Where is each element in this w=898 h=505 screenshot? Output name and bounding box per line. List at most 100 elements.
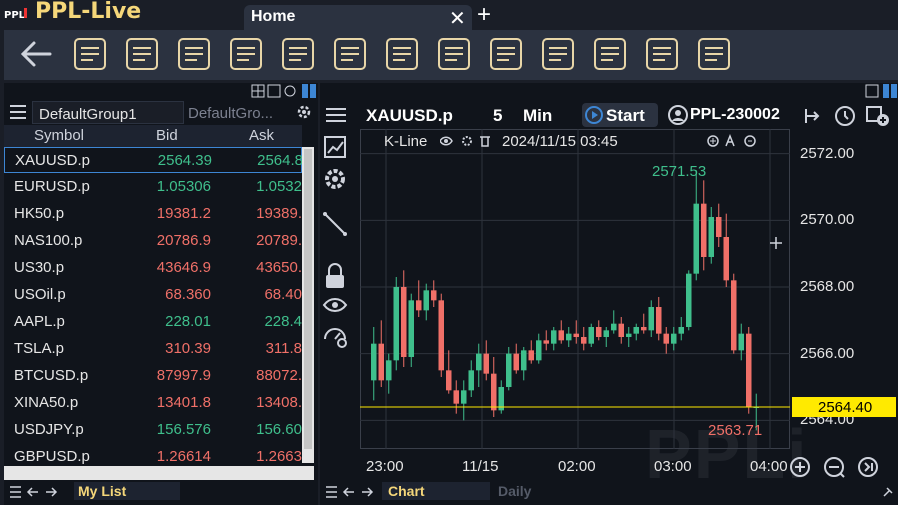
- horizontal-scrollbar[interactable]: [4, 466, 314, 480]
- chart-period[interactable]: 5: [493, 106, 502, 126]
- arrow-right-icon[interactable]: [362, 487, 374, 497]
- tab-chart[interactable]: Chart: [382, 482, 490, 500]
- list-icon[interactable]: [72, 36, 108, 72]
- group-row: DefaultGroup1 DefaultGro...: [4, 101, 318, 125]
- window-icon[interactable]: [267, 84, 281, 98]
- reset-zoom-icon[interactable]: [744, 135, 756, 147]
- candle-body: [536, 340, 542, 361]
- tab-home[interactable]: Home ✕: [244, 5, 472, 30]
- ask-cell: 2564.8: [257, 152, 302, 169]
- scroll-thumb[interactable]: [304, 149, 312, 449]
- tab-my-list[interactable]: My List: [74, 482, 180, 500]
- bar-chart-signals-icon[interactable]: [280, 36, 316, 72]
- y-tick-label: 2566.00: [800, 344, 855, 362]
- candlestick-plot[interactable]: 2571.53 2563.71: [360, 129, 790, 449]
- split-icon[interactable]: [883, 84, 889, 98]
- candle-body: [738, 333, 744, 351]
- watchlist-row[interactable]: EURUSD.p 1.05306 1.0532: [4, 174, 302, 200]
- group-tab-1[interactable]: DefaultGroup1: [32, 101, 184, 124]
- watchlist-row[interactable]: NAS100.p 20786.9 20789.: [4, 228, 302, 254]
- watchlist-row[interactable]: USDJPY.p 156.576 156.60: [4, 417, 302, 443]
- trendline-icon[interactable]: [323, 212, 347, 236]
- terminal-play-icon[interactable]: [540, 36, 576, 72]
- calendar-icon[interactable]: [436, 36, 472, 72]
- maximize-icon[interactable]: [865, 84, 879, 98]
- resize-pin-icon[interactable]: [882, 486, 894, 498]
- chart-signals-icon[interactable]: [228, 36, 264, 72]
- trade-arrow-icon[interactable]: [805, 109, 820, 123]
- close-icon[interactable]: ✕: [449, 6, 466, 31]
- split-icon[interactable]: [302, 84, 308, 98]
- zoom-in-icon[interactable]: [790, 457, 810, 477]
- watchlist-row[interactable]: GBPUSD.p 1.26614 1.2663: [4, 444, 302, 467]
- arrow-right-icon[interactable]: [46, 487, 58, 497]
- search-report-icon[interactable]: [644, 36, 680, 72]
- candle-body: [453, 390, 459, 404]
- gear-icon[interactable]: [325, 169, 345, 189]
- column-header-symbol[interactable]: Symbol: [34, 127, 84, 144]
- clock-icon[interactable]: [835, 106, 855, 126]
- menu-icon[interactable]: [326, 107, 346, 123]
- chart-period-unit[interactable]: Min: [523, 106, 552, 126]
- calculator-icon[interactable]: [592, 36, 628, 72]
- tab-daily[interactable]: Daily: [498, 483, 531, 499]
- group-tab-2[interactable]: DefaultGro...: [188, 105, 273, 122]
- candle-body: [626, 333, 632, 337]
- watchlist-row[interactable]: TSLA.p 310.39 311.8: [4, 336, 302, 362]
- start-button[interactable]: Start: [582, 103, 658, 127]
- bid-cell: 20786.9: [156, 232, 211, 249]
- gear-icon[interactable]: [284, 85, 296, 97]
- text-tool-icon[interactable]: [725, 134, 735, 147]
- watchlist-row[interactable]: US30.p 43646.9 43650.: [4, 255, 302, 281]
- zoom-out-icon[interactable]: [824, 457, 845, 478]
- candles: [371, 170, 759, 431]
- symbol-cell: BTCUSD.p: [14, 367, 89, 384]
- ask-cell: 228.4: [264, 313, 302, 330]
- strategy-cycle-icon[interactable]: [332, 36, 368, 72]
- indicator-icon[interactable]: [324, 136, 346, 158]
- gear-icon[interactable]: [296, 104, 312, 120]
- watchlist-row[interactable]: HK50.p 19381.2 19389.: [4, 201, 302, 227]
- menu-icon[interactable]: [10, 105, 26, 119]
- lab-icon[interactable]: [488, 36, 524, 72]
- main-toolbar: [4, 30, 898, 80]
- candle-body: [588, 327, 594, 344]
- arrow-left-icon[interactable]: [26, 487, 38, 497]
- flash-trade-icon[interactable]: [384, 36, 420, 72]
- account-selector[interactable]: PPL-230002: [666, 103, 792, 127]
- eye-icon[interactable]: [440, 136, 453, 146]
- add-tab-icon[interactable]: +: [477, 3, 491, 27]
- candle-body: [566, 333, 572, 341]
- menu-icon[interactable]: [10, 486, 21, 498]
- candle-body: [611, 323, 617, 331]
- candle-body: [603, 330, 609, 337]
- watchlist-row[interactable]: USOil.p 68.360 68.40: [4, 282, 302, 308]
- column-header-bid[interactable]: Bid: [156, 127, 178, 144]
- candle-body: [746, 333, 752, 407]
- zoom-area-icon[interactable]: [707, 135, 719, 147]
- delete-icon[interactable]: [480, 136, 490, 147]
- lock-icon[interactable]: [326, 263, 344, 288]
- watchlist-row[interactable]: XINA50.p 13401.8 13408.: [4, 390, 302, 416]
- x-tick-label: 02:00: [558, 458, 596, 475]
- favorite-list-icon[interactable]: [124, 36, 160, 72]
- column-header-ask[interactable]: Ask: [249, 127, 274, 144]
- symbol-cell: GBPUSD.p: [14, 448, 90, 465]
- settings-icon[interactable]: [462, 136, 472, 146]
- candle-body: [401, 287, 407, 357]
- vertical-scrollbar[interactable]: [302, 147, 314, 463]
- invoice-icon[interactable]: [696, 36, 732, 72]
- watchlist-row[interactable]: BTCUSD.p 87997.9 88072.: [4, 363, 302, 389]
- back-arrow-icon[interactable]: [16, 34, 56, 74]
- watchlist-row[interactable]: XAUUSD.p 2564.39 2564.8: [4, 147, 302, 173]
- watchlist-row[interactable]: AAPL.p 228.01 228.4: [4, 309, 302, 335]
- scroll-to-end-icon[interactable]: [858, 457, 878, 477]
- add-window-icon[interactable]: [866, 106, 889, 126]
- menu-icon[interactable]: [326, 486, 337, 498]
- eye-icon[interactable]: [322, 298, 348, 312]
- arrow-left-icon[interactable]: [342, 487, 354, 497]
- chart-symbol[interactable]: XAUUSD.p: [366, 106, 453, 126]
- favorite-settings-icon[interactable]: [176, 36, 212, 72]
- candle-body: [386, 360, 392, 381]
- gauge-settings-icon[interactable]: [324, 328, 347, 348]
